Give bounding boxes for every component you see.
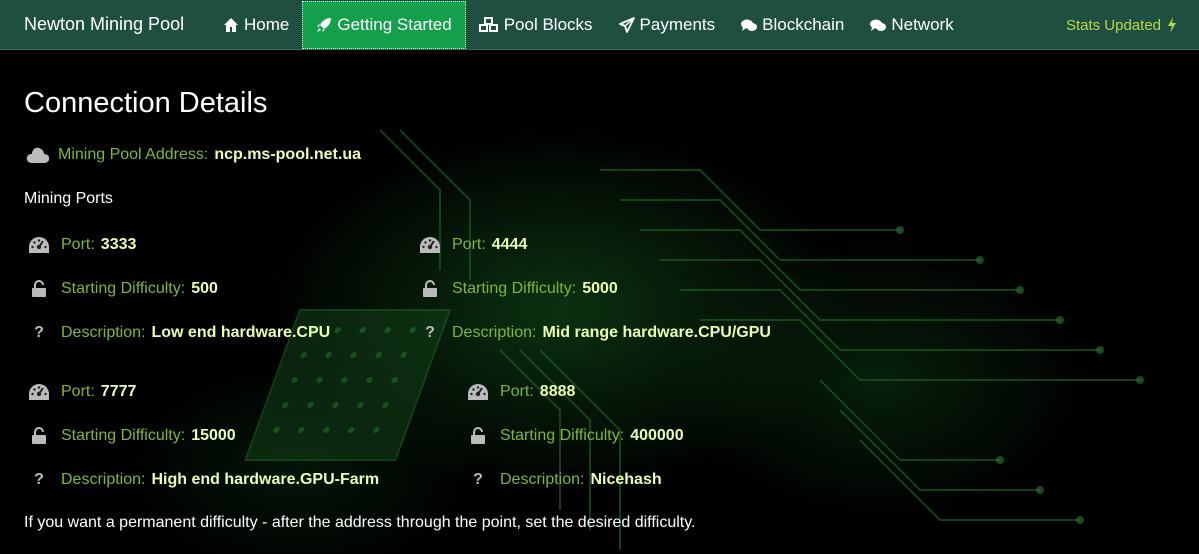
description-label: Description: bbox=[61, 471, 146, 488]
nav-payments-label: Payments bbox=[639, 14, 716, 34]
unlock-icon bbox=[466, 427, 490, 445]
nav-network[interactable]: Network bbox=[857, 0, 966, 50]
difficulty-label: Starting Difficulty: bbox=[500, 427, 625, 444]
description-label: Description: bbox=[500, 471, 585, 488]
port-value: 4444 bbox=[491, 236, 528, 253]
nav-blockchain[interactable]: Blockchain bbox=[728, 0, 857, 50]
bolt-icon bbox=[1167, 17, 1177, 33]
port-label: Port: bbox=[61, 236, 95, 253]
rocket-icon bbox=[316, 17, 332, 33]
pool-address-row: Mining Pool Address: ncp.ms-pool.net.ua bbox=[26, 146, 361, 164]
port-value: 7777 bbox=[100, 383, 137, 400]
mining-ports-heading: Mining Ports bbox=[24, 190, 113, 207]
question-icon: ? bbox=[425, 324, 435, 341]
nav-network-label: Network bbox=[891, 14, 954, 34]
nav-blockchain-label: Blockchain bbox=[762, 14, 845, 34]
port-value: 3333 bbox=[100, 236, 137, 253]
tachometer-icon bbox=[466, 383, 490, 401]
nav-pool-blocks-label: Pool Blocks bbox=[503, 14, 593, 34]
stats-updated-label: Stats Updated bbox=[1065, 16, 1161, 34]
nav-getting-started-label: Getting Started bbox=[337, 14, 452, 34]
tachometer-icon bbox=[27, 236, 51, 254]
nav-pool-blocks[interactable]: Pool Blocks bbox=[466, 0, 606, 50]
description-label: Description: bbox=[452, 324, 537, 341]
port-label: Port: bbox=[500, 383, 534, 400]
difficulty-label: Starting Difficulty: bbox=[61, 280, 186, 297]
description-value: High end hardware.GPU-Farm bbox=[151, 471, 380, 488]
tachometer-icon bbox=[418, 236, 442, 254]
stats-updated-indicator: Stats Updated bbox=[1066, 0, 1177, 50]
top-navbar: Newton Mining Pool Home Getting Started … bbox=[0, 0, 1199, 50]
question-icon: ? bbox=[34, 471, 44, 488]
difficulty-value: 400000 bbox=[630, 427, 684, 444]
difficulty-value: 500 bbox=[191, 280, 218, 297]
paper-plane-icon bbox=[618, 16, 635, 33]
description-value: Nicehash bbox=[590, 471, 662, 488]
port-card: Port: 8888 Starting Difficulty: 400000 ?… bbox=[466, 381, 684, 491]
tachometer-icon bbox=[27, 383, 51, 401]
difficulty-label: Starting Difficulty: bbox=[61, 427, 186, 444]
comments-icon bbox=[741, 17, 758, 33]
brand-link[interactable]: Newton Mining Pool bbox=[0, 14, 210, 35]
pool-address-label: Mining Pool Address: bbox=[58, 146, 209, 163]
port-card: Port: 7777 Starting Difficulty: 15000 ? … bbox=[27, 381, 379, 491]
port-card: Port: 4444 Starting Difficulty: 5000 ? D… bbox=[418, 234, 771, 344]
difficulty-value: 15000 bbox=[191, 427, 236, 444]
question-icon: ? bbox=[473, 471, 483, 488]
difficulty-value: 5000 bbox=[582, 280, 618, 297]
home-icon bbox=[223, 17, 239, 33]
description-value: Low end hardware.CPU bbox=[151, 324, 331, 341]
description-value: Mid range hardware.CPU/GPU bbox=[542, 324, 771, 341]
cubes-icon bbox=[478, 16, 499, 33]
permanent-difficulty-note: If you want a permanent difficulty - aft… bbox=[24, 514, 696, 531]
nav-home[interactable]: Home bbox=[210, 0, 302, 50]
question-icon: ? bbox=[34, 324, 44, 341]
port-value: 8888 bbox=[539, 383, 576, 400]
nav-getting-started[interactable]: Getting Started bbox=[302, 0, 466, 49]
comments-icon bbox=[870, 17, 887, 33]
nav-home-label: Home bbox=[244, 14, 290, 34]
unlock-icon bbox=[418, 280, 442, 298]
port-label: Port: bbox=[61, 383, 95, 400]
description-label: Description: bbox=[61, 324, 146, 341]
cloud-icon bbox=[26, 146, 50, 164]
port-label: Port: bbox=[452, 236, 486, 253]
unlock-icon bbox=[27, 280, 51, 298]
port-card: Port: 3333 Starting Difficulty: 500 ? De… bbox=[27, 234, 330, 344]
nav-payments[interactable]: Payments bbox=[606, 0, 729, 50]
page-title: Connection Details bbox=[24, 87, 268, 119]
pool-address-value: ncp.ms-pool.net.ua bbox=[214, 146, 361, 163]
difficulty-label: Starting Difficulty: bbox=[452, 280, 577, 297]
unlock-icon bbox=[27, 427, 51, 445]
